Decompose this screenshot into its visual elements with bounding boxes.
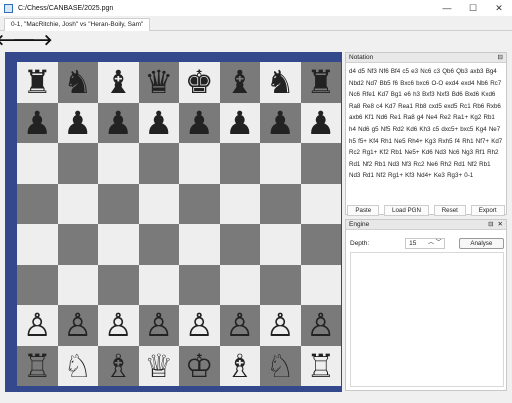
square-d1[interactable]: ♕ bbox=[138, 345, 179, 386]
square-c8[interactable]: ♝ bbox=[98, 62, 139, 103]
square-h7[interactable]: ♟ bbox=[300, 102, 341, 143]
notation-header: Notation ⊟ bbox=[346, 53, 506, 63]
engine-panel: Engine ⊟ ✕ Depth: 15 ︿ ﹀ Analyse bbox=[345, 219, 507, 391]
title-bar: C:/Chess/CANBASE/2025.pgn — ☐ ✕ bbox=[0, 0, 512, 16]
square-d6[interactable] bbox=[138, 143, 179, 184]
square-d5[interactable] bbox=[138, 183, 179, 224]
square-f1[interactable]: ♗ bbox=[219, 345, 260, 386]
depth-spinbox[interactable]: 15 ︿ ﹀ bbox=[405, 237, 445, 249]
square-b2[interactable]: ♙ bbox=[57, 305, 98, 346]
square-a8[interactable]: ♜ bbox=[17, 62, 58, 103]
square-a4[interactable] bbox=[17, 224, 58, 265]
square-c1[interactable]: ♗ bbox=[98, 345, 139, 386]
analyse-button[interactable]: Analyse bbox=[458, 237, 504, 249]
square-h2[interactable]: ♙ bbox=[300, 305, 341, 346]
notation-button-row: Paste Load PGN Reset Export bbox=[345, 204, 507, 217]
square-a1[interactable]: ♖ bbox=[17, 345, 58, 386]
square-g7[interactable]: ♟ bbox=[260, 102, 301, 143]
square-a2[interactable]: ♙ bbox=[17, 305, 58, 346]
square-e8[interactable]: ♚ bbox=[179, 62, 220, 103]
square-e2[interactable]: ♙ bbox=[179, 305, 220, 346]
square-a6[interactable] bbox=[17, 143, 58, 184]
forward-arrow-icon[interactable]: 🡒 bbox=[12, 33, 52, 48]
square-b6[interactable] bbox=[57, 143, 98, 184]
close-button[interactable]: ✕ bbox=[486, 0, 512, 16]
square-g6[interactable] bbox=[260, 143, 301, 184]
square-e4[interactable] bbox=[179, 224, 220, 265]
app-icon bbox=[4, 3, 13, 13]
window-title: C:/Chess/CANBASE/2025.pgn bbox=[18, 4, 114, 12]
stepper-arrows-icon[interactable]: ︿ ﹀ bbox=[428, 239, 442, 248]
maximize-button[interactable]: ☐ bbox=[460, 0, 486, 16]
square-h5[interactable] bbox=[300, 183, 341, 224]
square-b3[interactable] bbox=[57, 264, 98, 305]
square-c6[interactable] bbox=[98, 143, 139, 184]
square-e3[interactable] bbox=[179, 264, 220, 305]
square-g3[interactable] bbox=[260, 264, 301, 305]
square-g4[interactable] bbox=[260, 224, 301, 265]
engine-output bbox=[350, 252, 504, 387]
square-c7[interactable]: ♟ bbox=[98, 102, 139, 143]
square-e5[interactable] bbox=[179, 183, 220, 224]
board-frame: ♜ ♞ ♝ ♛ ♚ ♝ ♞ ♜ ♟ ♟ ♟ ♟ ♟ ♟ ♟ ♟ ♙ ♙ ♙ ♙ ♙ ♙ ♙ ♙ ♖ ♘ ♗ ♕ ♔ ♗ ♘ ♖ bbox=[5, 52, 342, 392]
reset-button[interactable]: Reset bbox=[433, 205, 466, 216]
square-c3[interactable] bbox=[98, 264, 139, 305]
square-g5[interactable] bbox=[260, 183, 301, 224]
depth-row: Depth: 15 ︿ ﹀ Analyse bbox=[350, 237, 504, 249]
engine-title: Engine bbox=[349, 221, 370, 228]
square-c5[interactable] bbox=[98, 183, 139, 224]
engine-header: Engine ⊟ ✕ bbox=[346, 220, 506, 230]
square-b8[interactable]: ♞ bbox=[57, 62, 98, 103]
navigation-bar: 🡐 🡒 bbox=[0, 33, 53, 49]
square-f8[interactable]: ♝ bbox=[219, 62, 260, 103]
export-button[interactable]: Export bbox=[470, 205, 505, 216]
chess-board[interactable]: ♜ ♞ ♝ ♛ ♚ ♝ ♞ ♜ ♟ ♟ ♟ ♟ ♟ ♟ ♟ ♟ ♙ ♙ ♙ ♙ ♙ ♙ ♙ ♙ ♖ ♘ ♗ ♕ ♔ ♗ ♘ ♖ bbox=[17, 62, 341, 386]
square-h8[interactable]: ♜ bbox=[300, 62, 341, 103]
depth-label: Depth: bbox=[350, 239, 370, 247]
square-h1[interactable]: ♖ bbox=[300, 345, 341, 386]
square-h3[interactable] bbox=[300, 264, 341, 305]
square-f2[interactable]: ♙ bbox=[219, 305, 260, 346]
depth-value: 15 bbox=[409, 239, 417, 247]
square-e6[interactable] bbox=[179, 143, 220, 184]
minimize-button[interactable]: — bbox=[434, 0, 460, 16]
square-g2[interactable]: ♙ bbox=[260, 305, 301, 346]
notation-panel: Notation ⊟ d4 d5 Nf3 Nf6 Bf4 c5 e3 Nc6 c… bbox=[345, 52, 507, 215]
square-d2[interactable]: ♙ bbox=[138, 305, 179, 346]
square-h4[interactable] bbox=[300, 224, 341, 265]
square-a3[interactable] bbox=[17, 264, 58, 305]
square-f6[interactable] bbox=[219, 143, 260, 184]
square-g8[interactable]: ♞ bbox=[260, 62, 301, 103]
tab-strip: 0-1, "MacRitchie, Josh" vs "Heran-Boily,… bbox=[0, 16, 512, 31]
square-f5[interactable] bbox=[219, 183, 260, 224]
game-tab[interactable]: 0-1, "MacRitchie, Josh" vs "Heran-Boily,… bbox=[4, 18, 151, 31]
float-panel-icon[interactable]: ⊟ bbox=[498, 53, 503, 62]
square-d7[interactable]: ♟ bbox=[138, 102, 179, 143]
square-g1[interactable]: ♘ bbox=[260, 345, 301, 386]
square-e1[interactable]: ♔ bbox=[179, 345, 220, 386]
move-list[interactable]: d4 d5 Nf3 Nf6 Bf4 c5 e3 Nc6 c3 Qb6 Qb3 a… bbox=[346, 63, 506, 185]
square-d4[interactable] bbox=[138, 224, 179, 265]
square-d8[interactable]: ♛ bbox=[138, 62, 179, 103]
square-c2[interactable]: ♙ bbox=[98, 305, 139, 346]
square-b1[interactable]: ♘ bbox=[57, 345, 98, 386]
square-f4[interactable] bbox=[219, 224, 260, 265]
close-panel-icon[interactable]: ✕ bbox=[498, 220, 503, 229]
square-h6[interactable] bbox=[300, 143, 341, 184]
float-panel-icon[interactable]: ⊟ bbox=[488, 220, 493, 229]
square-a5[interactable] bbox=[17, 183, 58, 224]
notation-title: Notation bbox=[349, 54, 374, 61]
square-e7[interactable]: ♟ bbox=[179, 102, 220, 143]
square-b5[interactable] bbox=[57, 183, 98, 224]
square-d3[interactable] bbox=[138, 264, 179, 305]
window-controls: — ☐ ✕ bbox=[434, 0, 512, 16]
paste-button[interactable]: Paste bbox=[347, 205, 380, 216]
square-f7[interactable]: ♟ bbox=[219, 102, 260, 143]
square-c4[interactable] bbox=[98, 224, 139, 265]
load-pgn-button[interactable]: Load PGN bbox=[384, 205, 429, 216]
square-b7[interactable]: ♟ bbox=[57, 102, 98, 143]
square-f3[interactable] bbox=[219, 264, 260, 305]
square-a7[interactable]: ♟ bbox=[17, 102, 58, 143]
square-b4[interactable] bbox=[57, 224, 98, 265]
